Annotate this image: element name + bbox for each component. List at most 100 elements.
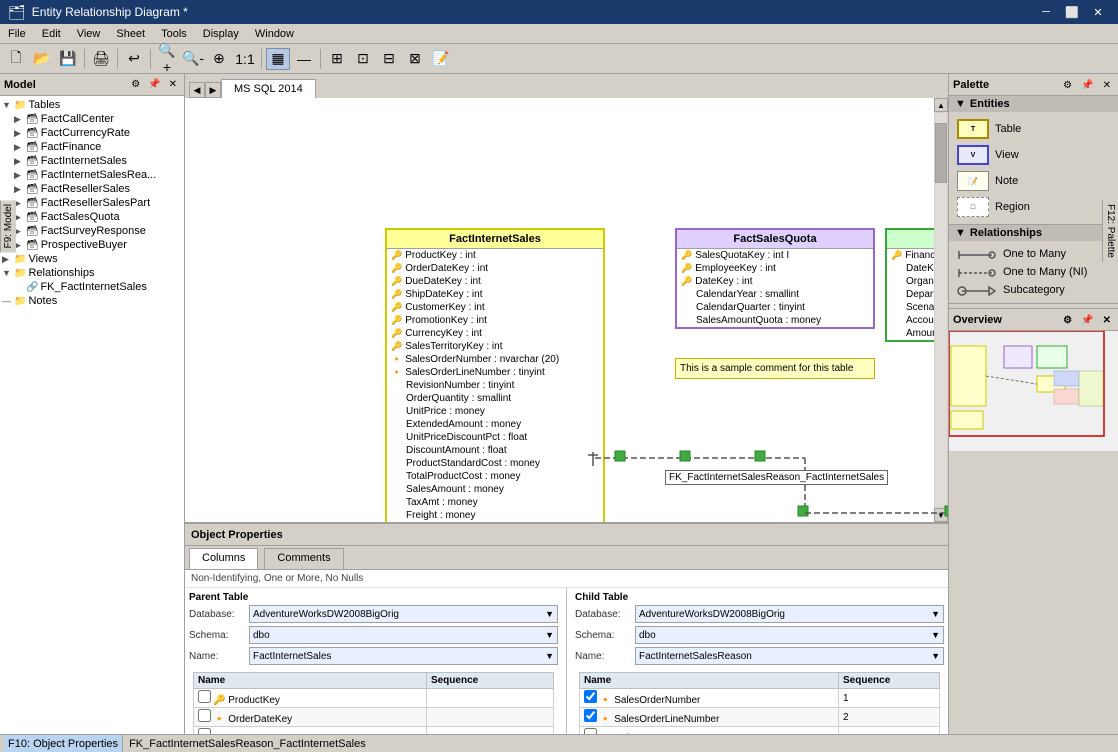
tree-table-factinternetsalesrea[interactable]: ▶ 🗃 FactInternetSalesRea... <box>14 168 182 182</box>
tab-nav: ◀ ▶ <box>189 82 221 98</box>
save-button[interactable]: 💾 <box>56 48 80 70</box>
palette-item-view-label: View <box>995 149 1019 161</box>
tab-prev-button[interactable]: ◀ <box>189 82 205 98</box>
menu-tools[interactable]: Tools <box>153 24 195 43</box>
scroll-thumb[interactable] <box>935 123 947 183</box>
rel-button[interactable]: ⊟ <box>377 48 401 70</box>
f12-palette-tab[interactable]: F12: Palette <box>1102 200 1118 262</box>
erd-row: 🔑DateKey : int <box>677 275 873 288</box>
palette-entities-header[interactable]: ▼ Entities <box>949 96 1118 112</box>
erd-table-factinternetsales[interactable]: FactInternetSales 🔑ProductKey : int 🔑Ord… <box>385 228 605 522</box>
palette-item-one-many[interactable]: One to Many <box>953 245 1114 263</box>
panel-close-icon[interactable]: ✕ <box>166 78 180 91</box>
view-button[interactable]: ⊡ <box>351 48 375 70</box>
palette-item-table[interactable]: T Table <box>953 116 1114 142</box>
zoom-100-button[interactable]: 1:1 <box>233 48 257 70</box>
palette-item-one-many-ni[interactable]: One to Many (NI) <box>953 263 1114 281</box>
panel-pin-icon[interactable]: 📌 <box>145 78 163 91</box>
inherit-button[interactable]: ⊠ <box>403 48 427 70</box>
menu-file[interactable]: File <box>0 24 34 43</box>
open-button[interactable]: 📂 <box>30 48 54 70</box>
scroll-up-button[interactable]: ▲ <box>934 98 948 112</box>
overview-close-icon[interactable]: ✕ <box>1100 314 1114 327</box>
menu-sheet[interactable]: Sheet <box>108 24 153 43</box>
overview-canvas[interactable] <box>949 331 1118 451</box>
tab-columns[interactable]: Columns <box>189 548 258 569</box>
fk-icon: 🔸 <box>599 695 611 706</box>
erd-table-factsalesquota[interactable]: FactSalesQuota 🔑SalesQuotaKey : int I 🔑E… <box>675 228 875 329</box>
tab-next-button[interactable]: ▶ <box>205 82 221 98</box>
tree-table-factresellersales[interactable]: ▶ 🗃 FactResellerSales <box>14 182 182 196</box>
panel-gear-icon[interactable]: ⚙ <box>128 78 143 91</box>
table-button[interactable]: ⊞ <box>325 48 349 70</box>
child-database-input[interactable]: AdventureWorksDW2008BigOrig ▼ <box>635 605 944 623</box>
print-button[interactable]: 🖨 <box>89 48 113 70</box>
palette-item-view[interactable]: V View <box>953 142 1114 168</box>
tree-tables-children: ▶ 🗃 FactCallCenter ▶ 🗃 FactCurrencyRate … <box>2 112 182 252</box>
palette-item-subcategory[interactable]: Subcategory <box>953 281 1114 299</box>
menu-view[interactable]: View <box>69 24 109 43</box>
palette-close-icon[interactable]: ✕ <box>1100 79 1114 92</box>
palette-item-region[interactable]: □ Region <box>953 194 1114 220</box>
child-schema-input[interactable]: dbo ▼ <box>635 626 944 644</box>
tree-table-factsalesquota[interactable]: ▶ 🗃 FactSalesQuota <box>14 210 182 224</box>
zoom-fit-button[interactable]: ⊕ <box>207 48 231 70</box>
child-name-input[interactable]: FactInternetSalesReason ▼ <box>635 647 944 665</box>
child-col-check-1[interactable] <box>584 690 597 703</box>
parent-database-input[interactable]: AdventureWorksDW2008BigOrig ▼ <box>249 605 558 623</box>
tree-table-prospectivebuyer[interactable]: ▶ 🗃 ProspectiveBuyer <box>14 238 182 252</box>
parent-col-header-name: Name <box>194 673 427 689</box>
zoom-in-button[interactable]: 🔍+ <box>155 48 179 70</box>
overview-pin-icon[interactable]: 📌 <box>1078 314 1096 327</box>
main-container: Model ⚙ 📌 ✕ ▼ 📁 Tables ▶ 🗃 FactCallCente… <box>0 74 1118 752</box>
child-col-check-2[interactable] <box>584 709 597 722</box>
tree-table-factresellersalespart[interactable]: ▶ 🗃 FactResellerSalesPart <box>14 196 182 210</box>
tree-table-factcurrencyrate[interactable]: ▶ 🗃 FactCurrencyRate <box>14 126 182 140</box>
status-relationship: FK_FactInternetSalesReason_FactInternetS… <box>123 738 1114 750</box>
tree-relationships[interactable]: ▼ 📁 Relationships <box>2 266 182 280</box>
note-button[interactable]: 📝 <box>429 48 453 70</box>
tree-rel-fk-factinternetsales[interactable]: 🔗 FK_FactInternetSales <box>14 280 182 294</box>
erd-row: UnitPriceDiscountPct : float <box>387 431 603 444</box>
parent-name-input[interactable]: FactInternetSales ▼ <box>249 647 558 665</box>
diagram-area[interactable]: FK_FactInternetSalesReason_FactInternetS… <box>185 98 948 522</box>
scroll-track[interactable] <box>935 113 947 507</box>
status-f10[interactable]: F10: Object Properties <box>4 735 123 752</box>
new-button[interactable]: 🗋 <box>4 48 28 70</box>
tree-table-factsurveyresponse[interactable]: ▶ 🗃 FactSurveyResponse <box>14 224 182 238</box>
palette-pin-icon[interactable]: 📌 <box>1078 79 1096 92</box>
child-name-label: Name: <box>575 651 635 662</box>
pk-icon: 🔑 <box>391 328 402 339</box>
tree-table-factfinance[interactable]: ▶ 🗃 FactFinance <box>14 140 182 154</box>
parent-col-check-1[interactable] <box>198 690 211 703</box>
menu-display[interactable]: Display <box>195 24 247 43</box>
overview-gear-icon[interactable]: ⚙ <box>1060 314 1075 327</box>
erd-row: TotalProductCost : money <box>387 470 603 483</box>
tree-table-factcallcenter[interactable]: ▶ 🗃 FactCallCenter <box>14 112 182 126</box>
object-properties-header: Object Properties <box>185 524 948 546</box>
minimize-button[interactable]: ─ <box>1034 3 1058 21</box>
parent-schema-field: Schema: dbo ▼ <box>189 626 558 644</box>
parent-col-check-2[interactable] <box>198 709 211 722</box>
restore-button[interactable]: ⬜ <box>1060 3 1084 21</box>
pan-button[interactable]: — <box>292 48 316 70</box>
palette-gear-icon[interactable]: ⚙ <box>1060 79 1075 92</box>
parent-schema-input[interactable]: dbo ▼ <box>249 626 558 644</box>
scroll-down-button[interactable]: ▼ <box>934 508 948 522</box>
palette-title: Palette <box>953 79 989 91</box>
f9-model-tab[interactable]: F9: Model <box>0 200 16 252</box>
palette-relationships-header[interactable]: ▼ Relationships <box>949 225 1118 241</box>
menu-edit[interactable]: Edit <box>34 24 69 43</box>
tab-mssql2014[interactable]: MS SQL 2014 <box>221 79 316 98</box>
palette-item-note[interactable]: 📝 Note <box>953 168 1114 194</box>
tree-notes[interactable]: — 📁 Notes <box>2 294 182 308</box>
tree-tables[interactable]: ▼ 📁 Tables <box>2 98 182 112</box>
close-button[interactable]: ✕ <box>1086 3 1110 21</box>
menu-window[interactable]: Window <box>247 24 302 43</box>
tree-views[interactable]: ▶ 📁 Views <box>2 252 182 266</box>
undo-button[interactable]: ↩ <box>122 48 146 70</box>
tab-comments[interactable]: Comments <box>264 548 343 569</box>
zoom-out-button[interactable]: 🔍- <box>181 48 205 70</box>
tree-table-factinternetsales[interactable]: ▶ 🗃 FactInternetSales <box>14 154 182 168</box>
select-button[interactable]: ▦ <box>266 48 290 70</box>
